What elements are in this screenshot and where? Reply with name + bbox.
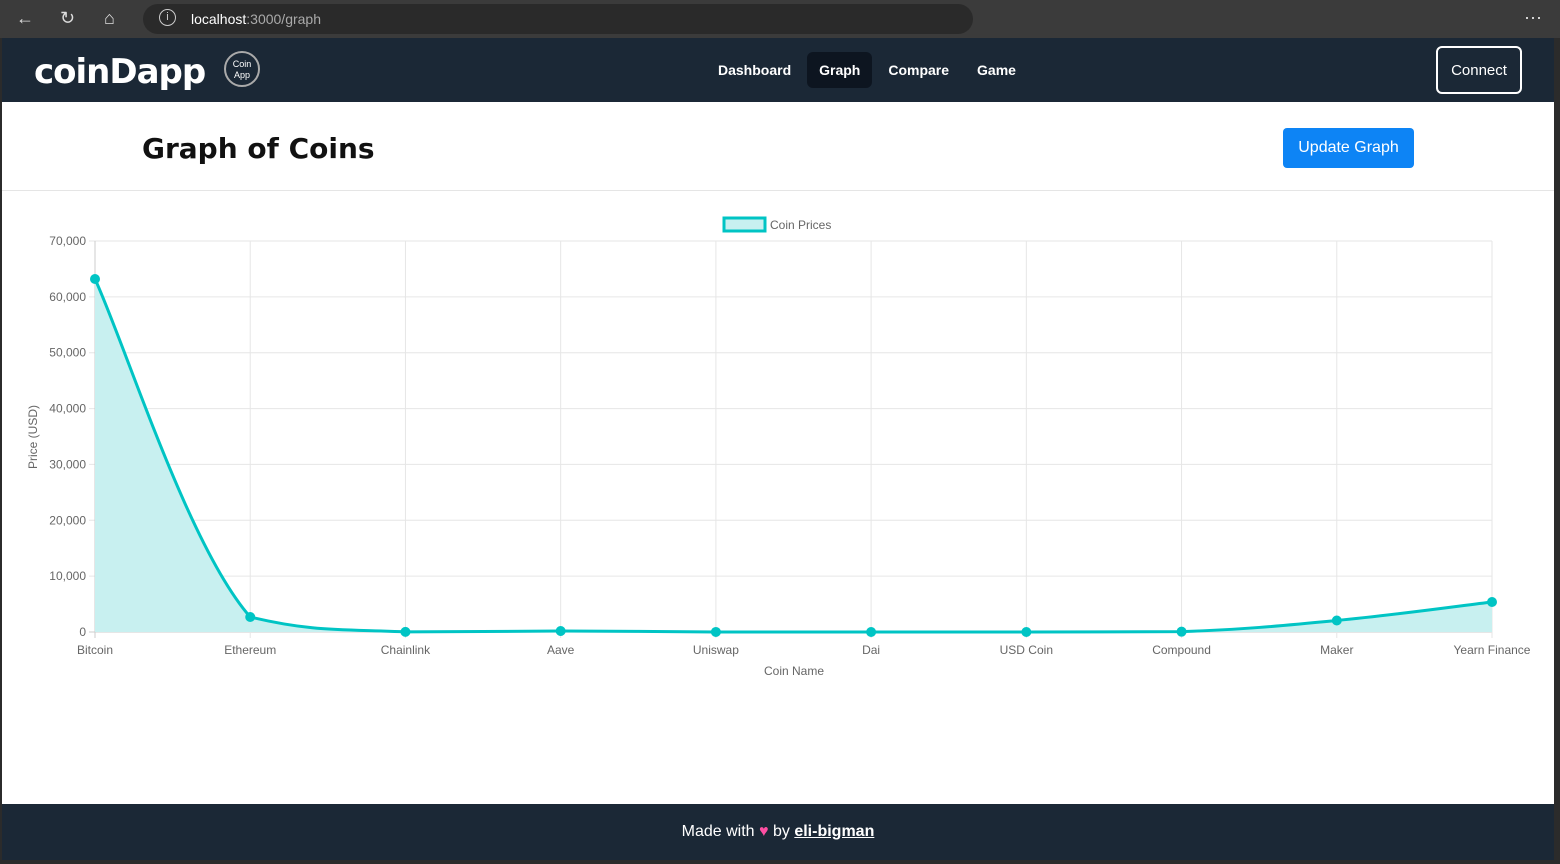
footer-text: Made with: [681, 823, 755, 840]
y-tick-label: 20,000: [49, 513, 86, 527]
data-point: [866, 626, 877, 637]
page: coinDapp Coin App Dashboard Graph Compare…: [2, 38, 1554, 860]
x-tick-label: Dai: [862, 643, 880, 657]
series-line: [93, 278, 1493, 634]
data-point: [400, 626, 411, 637]
data-point: [1331, 615, 1342, 626]
nav-compare[interactable]: Compare: [876, 52, 961, 88]
url-path: :3000/graph: [246, 11, 321, 27]
navbar: coinDapp Coin App Dashboard Graph Compare…: [2, 38, 1554, 102]
y-tick-label: 60,000: [49, 290, 86, 304]
info-icon[interactable]: i: [159, 9, 176, 26]
data-point: [245, 611, 256, 622]
heart-icon: ♥: [759, 823, 769, 840]
author-link[interactable]: eli-bigman: [794, 823, 874, 840]
price-chart: Coin Prices Coin Name Price (USD) 0 10,00…: [26, 216, 1531, 678]
x-tick-label: Yearn Finance: [1454, 643, 1531, 657]
page-header: Graph of Coins Update Graph: [2, 102, 1554, 191]
home-icon[interactable]: ⌂: [104, 8, 115, 29]
y-tick-label: 0: [79, 625, 86, 639]
series-area: [95, 278, 1492, 632]
browser-toolbar: ← ↻ ⌂ i localhost:3000/graph ⋯: [0, 0, 1560, 38]
y-tick-label: 70,000: [49, 234, 86, 248]
legend-label[interactable]: Coin Prices: [770, 218, 831, 232]
x-tick-label: Maker: [1320, 643, 1353, 657]
y-tick-label: 30,000: [49, 457, 86, 471]
x-axis-title: Coin Name: [764, 664, 824, 678]
more-icon[interactable]: ⋯: [1524, 8, 1542, 29]
address-bar[interactable]: i localhost:3000/graph: [143, 4, 973, 34]
x-tick-label: Ethereum: [224, 643, 276, 657]
url-host: localhost: [191, 11, 247, 27]
nav-dashboard[interactable]: Dashboard: [706, 52, 803, 88]
y-tick-label: 10,000: [49, 569, 86, 583]
y-tick-label: 40,000: [49, 402, 86, 416]
y-tick-label: 50,000: [49, 346, 86, 360]
x-tick-label: Bitcoin: [77, 643, 113, 657]
logo[interactable]: coinDapp: [34, 52, 206, 92]
x-tick-label: Compound: [1152, 643, 1211, 657]
legend-swatch[interactable]: [722, 216, 767, 233]
y-axis-title: Price (USD): [26, 405, 40, 469]
data-point: [90, 273, 100, 284]
x-tick-label: Uniswap: [693, 643, 739, 657]
coin-app-badge: Coin App: [224, 51, 260, 87]
page-title: Graph of Coins: [142, 132, 375, 165]
nav-graph[interactable]: Graph: [807, 52, 873, 88]
x-tick-label: Chainlink: [381, 643, 431, 657]
data-point: [555, 625, 566, 636]
data-point: [1021, 626, 1032, 637]
x-tick-label: USD Coin: [1000, 643, 1053, 657]
update-graph-button[interactable]: Update Graph: [1283, 128, 1414, 168]
footer-by: by: [772, 823, 790, 840]
refresh-icon[interactable]: ↻: [60, 8, 75, 29]
footer: Made with ♥ by eli-bigman: [2, 804, 1554, 860]
data-point: [1487, 597, 1497, 608]
nav-game[interactable]: Game: [965, 52, 1028, 88]
x-tick-label: Aave: [547, 643, 575, 657]
data-point: [710, 626, 721, 637]
back-icon[interactable]: ←: [16, 8, 34, 29]
data-point: [1176, 626, 1187, 637]
connect-button[interactable]: Connect: [1436, 46, 1522, 94]
